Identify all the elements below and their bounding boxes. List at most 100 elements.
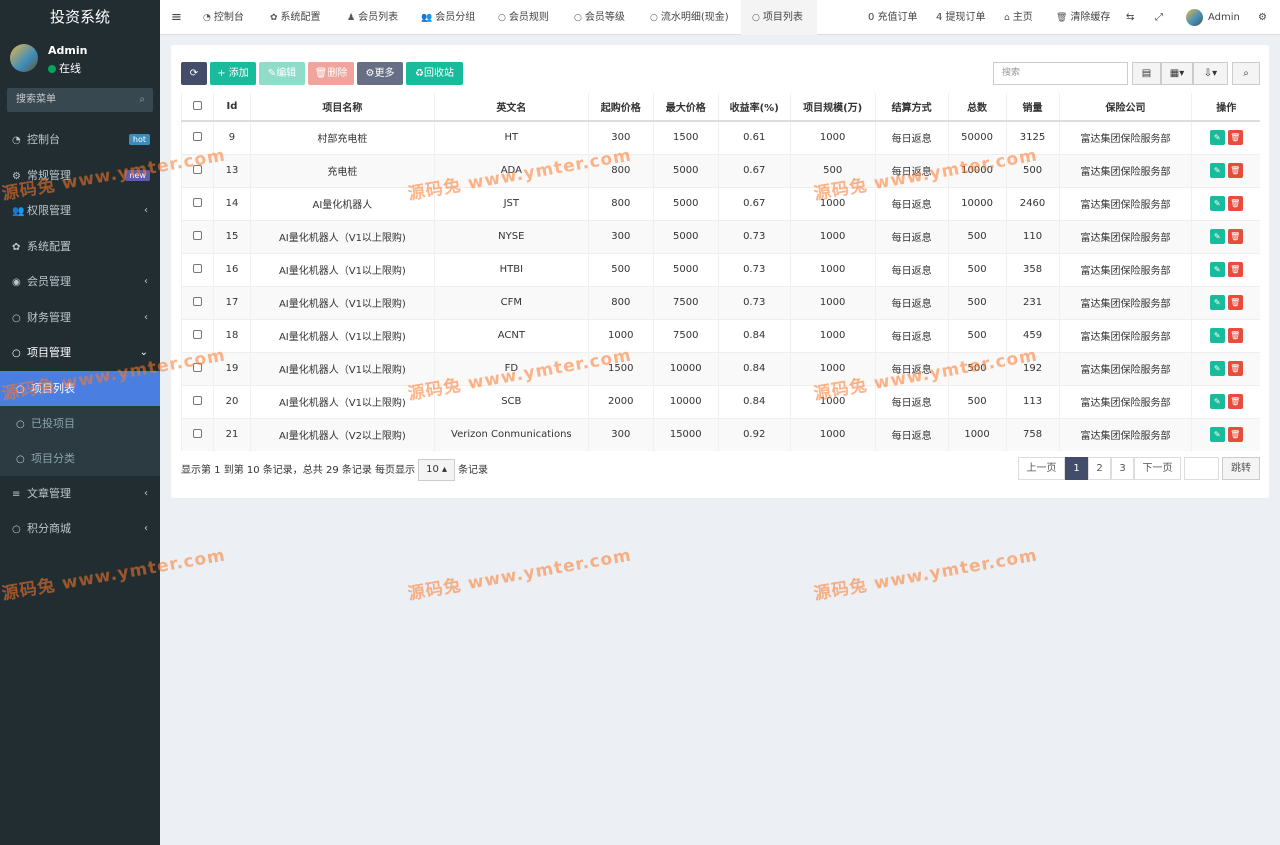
search-icon[interactable]: ⌕ — [139, 88, 145, 112]
delete-icon[interactable]: 🗑 — [1227, 196, 1243, 211]
col-name[interactable]: 项目名称 — [249, 93, 435, 122]
edit-icon[interactable]: ✎ — [1209, 229, 1225, 244]
delete-icon[interactable]: 🗑 — [1227, 361, 1243, 376]
edit-button[interactable]: ✎编辑 — [259, 62, 305, 85]
tab-member-list[interactable]: ♟ 会员列表 — [347, 0, 398, 35]
table-row[interactable]: 16 AI量化机器人（V1以上限购) HTBI 500 5000 0.73 1000 每日返息… — [181, 252, 1260, 286]
col-insurer[interactable]: 保险公司 — [1058, 93, 1192, 122]
delete-icon[interactable]: 🗑 — [1227, 229, 1243, 244]
row-checkbox[interactable] — [181, 417, 214, 451]
table-row[interactable]: 20 AI量化机器人（V1以上限购) SCB 2000 10000 0.84 1000 每日返… — [181, 384, 1260, 418]
sidebar-item-general[interactable]: ⚙ 常规管理 new — [0, 158, 160, 194]
edit-icon[interactable]: ✎ — [1209, 328, 1225, 343]
table-search-input[interactable]: 搜索 — [993, 62, 1128, 85]
table-row[interactable]: 18 AI量化机器人（V1以上限购) ACNT 1000 7500 0.84 1000 每日返… — [181, 318, 1260, 352]
sidebar-item-finance[interactable]: ○ 财务管理 ‹ — [0, 300, 160, 336]
sidebar-item-projects[interactable]: ○ 项目管理 ⌄ — [0, 335, 160, 371]
edit-icon[interactable]: ✎ — [1209, 262, 1225, 277]
col-yield[interactable]: 收益率(%) — [717, 93, 791, 122]
delete-icon[interactable]: 🗑 — [1227, 130, 1243, 146]
page-3-button[interactable]: 3 — [1111, 457, 1134, 480]
next-page-button[interactable]: 下一页 — [1134, 457, 1181, 480]
sidebar-item-points-mall[interactable]: ○ 积分商城 ‹ — [0, 511, 160, 547]
col-id[interactable]: Id — [212, 93, 251, 122]
refresh-button[interactable]: ⟳ — [181, 62, 207, 85]
table-row[interactable]: 14 AI量化机器人 JST 800 5000 0.67 1000 每日返息 10000 2460… — [181, 186, 1260, 220]
delete-icon[interactable]: 🗑 — [1227, 394, 1243, 409]
tab-member-level[interactable]: ○ 会员等级 — [574, 0, 625, 35]
sidebar-search-input[interactable]: 搜索菜单 ⌕ — [7, 88, 153, 112]
language-icon[interactable]: ⇆ — [1126, 0, 1134, 35]
sidebar-item-dashboard[interactable]: ◔ 控制台 hot — [0, 122, 160, 158]
page-2-button[interactable]: 2 — [1088, 457, 1111, 480]
table-row[interactable]: 9 村部充电桩 HT 300 1500 0.61 1000 每日返息 50000 3125 富达集团… — [181, 120, 1260, 154]
edit-icon[interactable]: ✎ — [1209, 427, 1225, 443]
sidebar-item-config[interactable]: ✿ 系统配置 — [0, 229, 160, 265]
delete-icon[interactable]: 🗑 — [1227, 328, 1243, 343]
table-row[interactable]: 19 AI量化机器人（V1以上限购) FD 1500 10000 0.84 1000 每日返息… — [181, 351, 1260, 385]
edit-icon[interactable]: ✎ — [1209, 163, 1225, 178]
edit-icon[interactable]: ✎ — [1209, 196, 1225, 211]
toggle-view-button[interactable]: ▤ — [1132, 62, 1161, 85]
col-max-price[interactable]: 最大价格 — [652, 93, 719, 122]
tab-dashboard[interactable]: ◔ 控制台 — [203, 0, 244, 35]
delete-icon[interactable]: 🗑 — [1227, 295, 1243, 310]
recycle-bin-button[interactable]: ♻回收站 — [406, 62, 463, 85]
col-min-price[interactable]: 起购价格 — [587, 93, 654, 122]
delete-button[interactable]: 🗑删除 — [308, 62, 354, 85]
tab-member-rules[interactable]: ○ 会员规则 — [498, 0, 549, 35]
sidebar-item-auth[interactable]: 👥 权限管理 ‹ — [0, 193, 160, 229]
advanced-search-button[interactable]: ⌕ — [1232, 62, 1260, 85]
page-1-button[interactable]: 1 — [1065, 457, 1088, 480]
fullscreen-icon[interactable]: ⤢ — [1155, 0, 1163, 35]
row-checkbox[interactable] — [181, 384, 214, 418]
recharge-orders-link[interactable]: 0 充值订单 — [868, 0, 918, 35]
menu-toggle-icon[interactable]: ≡ — [171, 0, 182, 35]
sidebar-item-project-list[interactable]: ○ 项目列表 — [0, 370, 160, 406]
sidebar-item-articles[interactable]: ≡ 文章管理 ‹ — [0, 476, 160, 512]
col-english-name[interactable]: 英文名 — [433, 93, 589, 122]
table-row[interactable]: 21 AI量化机器人（V2以上限购) Verizon Conmunications 3… — [181, 417, 1260, 451]
col-total[interactable]: 总数 — [947, 93, 1007, 122]
sidebar-item-invested[interactable]: ○ 已投项目 — [0, 406, 160, 441]
home-link[interactable]: ⌂ 主页 — [1004, 0, 1033, 35]
columns-dropdown[interactable]: ▦▾ — [1161, 62, 1193, 85]
table-row[interactable]: 15 AI量化机器人（V1以上限购) NYSE 300 5000 0.73 1000 每日返息… — [181, 219, 1260, 253]
add-button[interactable]: + 添加 — [210, 62, 256, 85]
table-row[interactable]: 17 AI量化机器人（V1以上限购) CFM 800 7500 0.73 1000 每日返息 5… — [181, 285, 1260, 319]
jump-page-input[interactable] — [1184, 457, 1219, 480]
edit-icon[interactable]: ✎ — [1209, 130, 1225, 146]
export-dropdown[interactable]: ⇩▾ — [1193, 62, 1228, 85]
row-checkbox[interactable] — [181, 219, 214, 253]
select-all-checkbox[interactable] — [181, 93, 214, 122]
row-checkbox[interactable] — [181, 252, 214, 286]
sidebar-item-members[interactable]: ◉ 会员管理 ‹ — [0, 264, 160, 300]
prev-page-button[interactable]: 上一页 — [1018, 457, 1065, 480]
col-scale[interactable]: 项目规模(万) — [789, 93, 876, 122]
col-settlement[interactable]: 结算方式 — [874, 93, 949, 122]
tab-project-list[interactable]: ○ 项目列表 — [741, 0, 817, 35]
logo[interactable]: 投资系统 — [0, 0, 160, 34]
row-checkbox[interactable] — [181, 318, 214, 352]
page-size-dropdown[interactable]: 10 ▴ — [418, 459, 456, 481]
row-checkbox[interactable] — [181, 120, 214, 154]
tab-member-group[interactable]: 👥 会员分组 — [421, 0, 475, 35]
table-row[interactable]: 13 充电桩 ADA 800 5000 0.67 500 每日返息 10000 500 富达集团保险… — [181, 153, 1260, 187]
row-checkbox[interactable] — [181, 351, 214, 385]
row-checkbox[interactable] — [181, 153, 214, 187]
sidebar-item-category[interactable]: ○ 项目分类 — [0, 441, 160, 476]
row-checkbox[interactable] — [181, 186, 214, 220]
edit-icon[interactable]: ✎ — [1209, 295, 1225, 310]
more-button[interactable]: ⚙更多 — [357, 62, 403, 85]
clear-cache-button[interactable]: 🗑 清除缓存 — [1056, 0, 1110, 35]
settings-gear-icon[interactable]: ⚙ — [1258, 0, 1267, 35]
tab-config[interactable]: ✿ 系统配置 — [270, 0, 321, 35]
row-checkbox[interactable] — [181, 285, 214, 319]
delete-icon[interactable]: 🗑 — [1227, 262, 1243, 277]
tab-cash-flow[interactable]: ○ 流水明细(现金) — [650, 0, 729, 35]
jump-button[interactable]: 跳转 — [1222, 457, 1260, 480]
col-sales[interactable]: 销量 — [1005, 93, 1060, 122]
edit-icon[interactable]: ✎ — [1209, 361, 1225, 376]
edit-icon[interactable]: ✎ — [1209, 394, 1225, 409]
delete-icon[interactable]: 🗑 — [1227, 163, 1243, 178]
